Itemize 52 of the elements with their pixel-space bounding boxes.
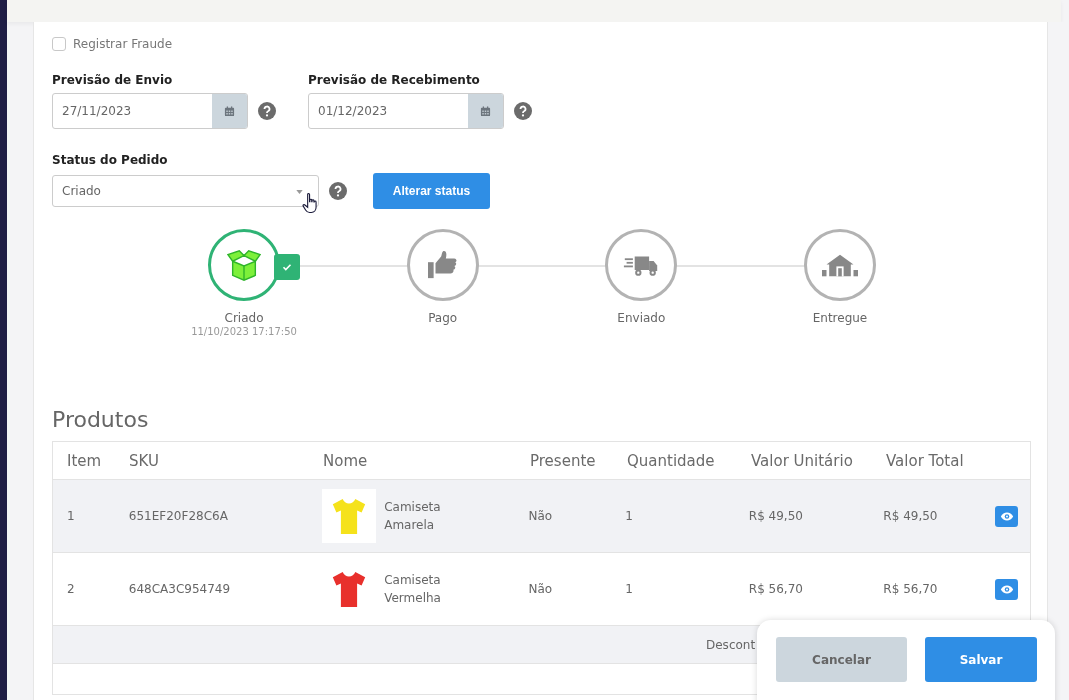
step-label: Criado [224, 311, 264, 325]
help-icon[interactable] [329, 182, 347, 200]
table-row[interactable]: 1 651EF20F28C6A Camiseta Amarela Não 1 R$ 49,50 R$ 49,50 [53, 480, 1030, 553]
column-header: Quantidade [626, 451, 716, 470]
help-icon[interactable] [258, 102, 276, 120]
eye-icon [999, 510, 1014, 522]
table-cell: R$ 49,50 [883, 509, 938, 523]
table-cell: 1 [625, 582, 633, 596]
hand-cursor-icon [302, 192, 319, 215]
section-title: Produtos [52, 407, 150, 434]
column-header: SKU [128, 451, 160, 470]
eye-icon [999, 583, 1014, 595]
step-label: Enviado [617, 311, 666, 325]
change-status-button[interactable]: Alterar status [373, 173, 490, 209]
table-cell: 1 [67, 509, 75, 523]
save-button[interactable]: Salvar [925, 637, 1037, 682]
table-cell: R$ 49,50 [748, 509, 803, 523]
date-field[interactable]: 01/12/2023 [308, 93, 504, 129]
cancel-button[interactable]: Cancelar [776, 637, 907, 682]
column-header: Valor Unitário [750, 451, 854, 470]
checkbox-label: Registrar Fraude [73, 37, 173, 51]
open-box-icon [225, 248, 263, 282]
column-header: Item [66, 451, 103, 470]
view-button[interactable] [995, 578, 1018, 600]
table-cell: Não [528, 509, 553, 523]
step-date: 11/10/2023 17:17:50 [191, 326, 297, 337]
checkbox[interactable] [52, 37, 66, 51]
table-cell: 651EF20F28C6A [128, 509, 228, 523]
column-header: Nome [322, 451, 369, 470]
table-cell: 648CA3C954749 [128, 582, 231, 596]
table-cell-text: Camiseta Amarela [384, 499, 442, 534]
table-cell: R$ 56,70 [883, 582, 938, 596]
help-icon[interactable] [514, 102, 532, 120]
field-label: Previsão de Envio [52, 73, 174, 89]
calendar-icon [224, 105, 235, 117]
field-label: Previsão de Recebimento [308, 73, 481, 89]
step-label: Entregue [812, 311, 868, 325]
footer-label: Descont [706, 637, 756, 652]
table-cell: 2 [67, 582, 75, 596]
table-cell-text: Camiseta Vermelha [384, 572, 442, 607]
column-header: Presente [529, 451, 597, 470]
table-cell: R$ 56,70 [748, 582, 803, 596]
table-cell: Não [528, 582, 553, 596]
step-label: Pago [428, 311, 458, 325]
date-field[interactable]: 27/11/2023 [52, 93, 248, 129]
table-cell: 1 [625, 509, 633, 523]
calendar-icon [480, 105, 491, 117]
field-label: Status do Pedido [52, 153, 169, 169]
column-header: Valor Total [885, 451, 965, 470]
view-button[interactable] [995, 505, 1018, 527]
thumbs-up-icon [426, 250, 459, 280]
caret-icon [296, 190, 303, 194]
